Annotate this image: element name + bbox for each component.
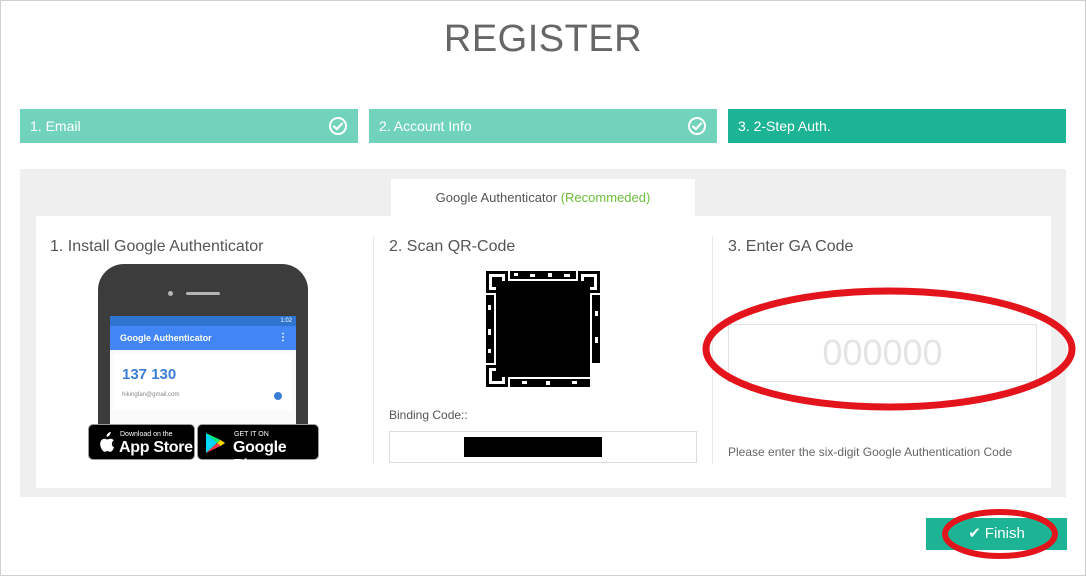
step-label: 3. 2-Step Auth. [738,118,831,134]
app-bar: Google Authenticator ⋮ [110,326,296,350]
app-store-button[interactable]: Download on the App Store [88,424,195,460]
enter-title: 3. Enter GA Code [728,238,854,255]
step-label: 1. Email [30,118,81,134]
step-account-info: 2. Account Info [369,109,717,143]
check-circle-icon [688,117,706,135]
qr-code-image [486,271,600,387]
phone-status-bar: 1:02 [110,316,296,326]
finish-label: Finish [984,525,1025,542]
scan-title: 2. Scan QR-Code [389,238,516,255]
google-play-label: Google Play [233,439,287,474]
tab-label: Google Authenticator [435,190,558,205]
phone-speaker [186,292,220,295]
tab-google-authenticator[interactable]: Google Authenticator (Recommeded) [391,179,695,217]
app-title: Google Authenticator [120,333,212,343]
phone-illustration: 1:02 Google Authenticator ⋮ 137 130 hiki… [98,264,308,428]
timer-icon [274,392,282,400]
app-store-label: App Store [119,439,193,456]
sample-account: hikingfan@gmail.com [122,392,180,398]
phone-screen: 1:02 Google Authenticator ⋮ 137 130 hiki… [110,316,296,428]
column-divider [712,236,713,464]
google-play-button[interactable]: GET IT ON Google Play [197,424,319,474]
check-icon: ✔ [968,525,981,542]
google-play-small: GET IT ON [234,431,269,438]
code-card: 137 130 hikingfan@gmail.com [114,354,292,410]
google-play-icon [206,433,225,453]
page-title: REGISTER [443,18,643,60]
finish-button[interactable]: ✔ Finish [926,518,1067,550]
recommended-badge: (Recommeded) [560,190,651,205]
ga-code-input[interactable] [728,324,1037,382]
step-email: 1. Email [20,109,358,143]
install-title: 1. Install Google Authenticator [50,238,264,255]
column-divider [373,236,374,464]
apple-icon [100,432,115,452]
binding-code-label: Binding Code:: [389,408,468,422]
step-2-step-auth: 3. 2-Step Auth. [728,109,1066,143]
binding-code-redacted [464,437,602,457]
check-circle-icon [329,117,347,135]
sample-code: 137 130 [122,366,177,383]
step-label: 2. Account Info [379,118,472,134]
app-store-small: Download on the [120,431,173,438]
status-time: 1:02 [280,318,292,324]
ga-code-hint: Please enter the six-digit Google Authen… [728,445,1013,459]
phone-camera [168,291,173,296]
more-vert-icon: ⋮ [278,332,288,343]
